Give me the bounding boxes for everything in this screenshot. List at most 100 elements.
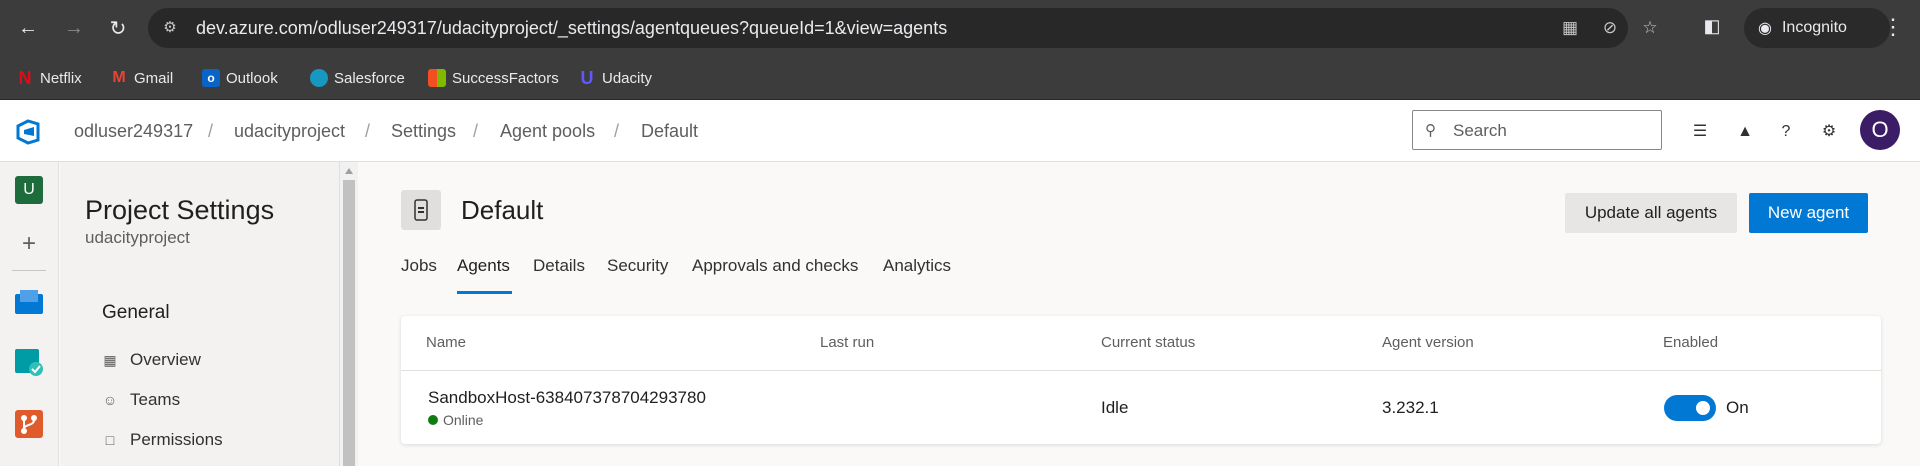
udacity-icon: U <box>580 68 594 88</box>
agent-name[interactable]: SandboxHost-638407378704293780 <box>428 388 706 408</box>
bookmark-netflix[interactable]: N Netflix <box>16 66 82 90</box>
url-text[interactable]: dev.azure.com/odluser249317/udacityproje… <box>196 18 947 39</box>
browser-toolbar: ← → ↻ ⚙ dev.azure.com/odluser249317/udac… <box>0 0 1920 56</box>
site-info-icon[interactable]: ⚙ <box>160 18 180 38</box>
tab-jobs[interactable]: Jobs <box>401 256 437 276</box>
repos-icon[interactable] <box>13 408 45 440</box>
forward-arrow-icon[interactable]: → <box>60 14 88 42</box>
breadcrumb-default[interactable]: Default <box>641 121 698 142</box>
agent-version: 3.232.1 <box>1382 398 1439 417</box>
agents-table: Name Last run Current status Agent versi… <box>401 316 1881 444</box>
tab-details[interactable]: Details <box>533 256 585 276</box>
new-agent-button[interactable]: New agent <box>1749 193 1868 233</box>
tab-analytics[interactable]: Analytics <box>883 256 951 276</box>
scroll-up-arrow-icon[interactable] <box>345 168 353 174</box>
breadcrumb-separator: / <box>365 121 371 141</box>
marketplace-bag-icon[interactable]: ▲ <box>1733 120 1757 144</box>
column-header-agent-version[interactable]: Agent version <box>1382 334 1474 351</box>
settings-item-label: Overview <box>130 350 201 369</box>
tab-agents[interactable]: Agents <box>457 256 510 276</box>
bookmark-salesforce[interactable]: Salesforce <box>310 66 405 90</box>
settings-item-label: Teams <box>130 390 181 409</box>
breadcrumb-organization[interactable]: odluser249317 <box>74 121 193 142</box>
star-bookmark-icon[interactable]: ☆ <box>1638 17 1662 39</box>
bookmark-label: Outlook <box>226 69 278 87</box>
boards-icon[interactable] <box>13 286 45 318</box>
breadcrumb-agent-pools[interactable]: Agent pools <box>500 121 595 142</box>
bookmarks-bar: N Netflix M Gmail o Outlook Salesforce S… <box>0 56 1920 100</box>
outlook-icon: o <box>202 69 220 87</box>
search-icon: ⚲ <box>1425 122 1436 139</box>
project-button[interactable]: U <box>13 174 45 206</box>
bookmark-successfactors[interactable]: SuccessFactors <box>428 66 559 90</box>
online-dot-icon <box>428 415 438 425</box>
breadcrumb-separator: / <box>614 121 620 141</box>
update-all-agents-button[interactable]: Update all agents <box>1565 193 1737 233</box>
help-icon[interactable]: ? <box>1774 120 1798 144</box>
people-icon: ☺ <box>102 392 118 408</box>
settings-item-teams[interactable]: ☺ Teams <box>102 386 180 414</box>
page-title: Default <box>461 195 544 225</box>
agent-pool-icon <box>401 190 441 230</box>
toggle-knob <box>1696 401 1710 415</box>
address-bar[interactable]: ⚙ dev.azure.com/odluser249317/udacitypro… <box>148 8 1658 48</box>
settings-title: Project Settings <box>85 195 275 225</box>
online-status-label: Online <box>443 412 484 428</box>
project-settings-panel: Project Settings udacityproject General … <box>60 162 340 466</box>
search-placeholder: Search <box>1453 121 1507 140</box>
test-plans-icon[interactable] <box>13 346 45 378</box>
tab-security[interactable]: Security <box>607 256 668 276</box>
bookmark-label: Salesforce <box>334 69 405 87</box>
settings-scrollbar[interactable] <box>340 162 358 466</box>
settings-item-overview[interactable]: ▦ Overview <box>102 346 201 374</box>
reload-icon[interactable]: ↻ <box>104 14 132 42</box>
netflix-icon: N <box>18 68 32 88</box>
grid-icon: ▦ <box>103 351 117 368</box>
active-tab-indicator <box>457 291 512 294</box>
enabled-toggle[interactable] <box>1664 395 1716 421</box>
incognito-label: Incognito <box>1781 19 1847 36</box>
column-header-name[interactable]: Name <box>426 334 466 351</box>
task-list-icon[interactable]: ☰ <box>1688 120 1712 144</box>
breadcrumb-project[interactable]: udacityproject <box>234 121 345 142</box>
breadcrumb-separator: / <box>208 121 214 141</box>
left-nav-rail: U + <box>0 162 59 466</box>
search-input[interactable]: ⚲ Search <box>1412 110 1662 150</box>
settings-item-label: Permissions <box>130 430 223 449</box>
section-general[interactable]: General <box>102 302 170 324</box>
header-divider <box>401 370 1881 371</box>
qr-code-icon[interactable]: ▦ <box>1558 17 1582 39</box>
incognito-badge[interactable]: ◉ Incognito <box>1744 8 1890 48</box>
ado-header: odluser249317 / udacityproject / Setting… <box>0 100 1920 162</box>
enabled-toggle-label: On <box>1726 398 1749 417</box>
column-header-enabled[interactable]: Enabled <box>1663 334 1718 351</box>
gmail-icon: M <box>112 69 126 86</box>
azure-devops-logo-icon[interactable] <box>14 118 42 146</box>
bookmark-label: Netflix <box>40 69 82 87</box>
bookmark-udacity[interactable]: U Udacity <box>578 66 653 90</box>
avatar[interactable]: O <box>1860 110 1900 150</box>
breadcrumb-settings[interactable]: Settings <box>391 121 456 142</box>
back-arrow-icon[interactable]: ← <box>14 14 42 42</box>
tab-approvals-and-checks[interactable]: Approvals and checks <box>692 256 858 276</box>
browser-menu-icon[interactable]: ⋮ <box>1882 14 1904 40</box>
user-settings-icon[interactable]: ⚙ <box>1817 120 1841 144</box>
bookmark-outlook[interactable]: o Outlook <box>202 66 278 90</box>
bookmark-label: SuccessFactors <box>452 69 559 87</box>
incognito-icon: ◉ <box>1758 20 1772 37</box>
successfactors-icon <box>428 69 446 87</box>
salesforce-icon <box>310 69 328 87</box>
add-icon[interactable]: + <box>13 228 45 260</box>
settings-item-permissions[interactable]: □ Permissions <box>102 426 223 454</box>
breadcrumb-separator: / <box>473 121 479 141</box>
agent-current-status: Idle <box>1101 398 1129 417</box>
bookmark-gmail[interactable]: M Gmail <box>110 66 173 90</box>
project-badge: U <box>15 176 43 204</box>
column-header-current-status[interactable]: Current status <box>1101 334 1195 351</box>
scrollbar-thumb[interactable] <box>343 180 355 466</box>
settings-project-name: udacityproject <box>85 228 190 247</box>
side-panel-icon[interactable]: ◧ <box>1700 16 1724 40</box>
rail-divider <box>12 270 46 271</box>
eye-off-icon[interactable]: ⊘ <box>1598 17 1622 39</box>
column-header-last-run[interactable]: Last run <box>820 334 874 351</box>
